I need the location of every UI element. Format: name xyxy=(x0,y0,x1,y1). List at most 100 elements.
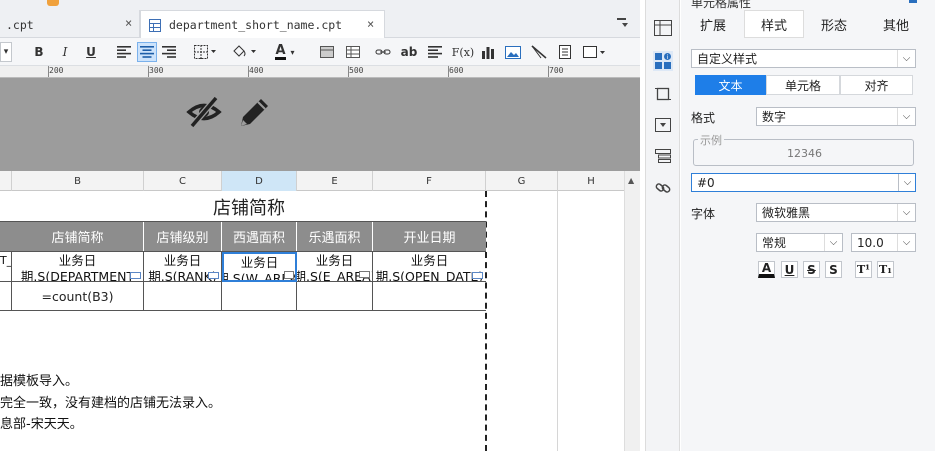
hyperlink-icon[interactable] xyxy=(653,178,673,198)
widget-settings-icon[interactable] xyxy=(653,115,673,135)
formula-button[interactable]: F(x) xyxy=(451,42,475,62)
align-center-icon[interactable] xyxy=(137,42,157,62)
image-icon[interactable] xyxy=(504,42,522,62)
tab-bar: .cpt × department_short_name.cpt × xyxy=(0,0,640,39)
strikethrough-button[interactable]: S xyxy=(803,261,820,278)
font-style-select[interactable]: 常规 ⌵ xyxy=(756,233,843,252)
tab-previous-file-label: .cpt xyxy=(6,17,34,32)
text-ab-button[interactable]: ab xyxy=(399,42,419,62)
expand-marker-icon xyxy=(284,271,294,279)
format-select[interactable]: 数字 ⌵ xyxy=(756,107,916,126)
superscript-button[interactable]: T¹ xyxy=(855,261,872,278)
data-cell-d4[interactable] xyxy=(222,282,297,311)
chart-icon[interactable] xyxy=(479,42,497,62)
document-icon[interactable] xyxy=(556,42,574,62)
expand-marker-icon xyxy=(130,272,141,279)
underline-button[interactable]: U xyxy=(781,261,798,278)
data-cell-f4[interactable] xyxy=(373,282,486,311)
column-header-f[interactable]: F xyxy=(373,171,486,191)
subtab-align[interactable]: 对齐 xyxy=(840,75,913,95)
slash-icon[interactable] xyxy=(530,42,548,62)
format-label: 格式 xyxy=(691,111,716,125)
style-type-select[interactable]: 自定义样式 ⌵ xyxy=(691,49,916,68)
chevron-down-icon: ⌵ xyxy=(824,234,842,251)
header-cell-open-date[interactable]: 开业日期 xyxy=(373,222,486,251)
frame-icon[interactable] xyxy=(653,84,673,104)
column-header-g[interactable]: G xyxy=(486,171,558,191)
tab-other[interactable]: 其他 xyxy=(866,10,926,38)
font-color-button[interactable]: A xyxy=(758,261,775,278)
align-left-icon[interactable] xyxy=(115,42,133,62)
condition-icon[interactable] xyxy=(653,146,673,166)
scroll-up-icon[interactable]: ▲ xyxy=(628,176,634,185)
data-cell-c4[interactable] xyxy=(144,282,222,311)
format-pattern-value: #0 xyxy=(697,175,715,190)
panel-pin-icon[interactable] xyxy=(909,0,917,3)
vertical-scrollbar[interactable]: ▲ xyxy=(624,171,640,451)
font-size-dropdown[interactable]: ▾ xyxy=(0,42,12,62)
close-icon[interactable]: × xyxy=(367,17,374,31)
note-line-1: 据模板导入。 xyxy=(0,374,79,389)
side-icon-strip: i xyxy=(645,0,680,451)
underline-button[interactable]: U xyxy=(82,42,100,62)
eye-slash-icon[interactable] xyxy=(186,95,222,129)
example-value: 12346 xyxy=(787,147,822,160)
data-cell-b3[interactable]: 业务日期.S(DEPARTMENT xyxy=(12,252,144,282)
link-icon[interactable] xyxy=(374,42,392,62)
subtab-text[interactable]: 文本 xyxy=(695,75,766,95)
chevron-down-icon: ⌵ xyxy=(897,108,915,125)
data-cell-a3[interactable]: T_ xyxy=(0,252,12,282)
fill-color-icon[interactable] xyxy=(230,42,260,62)
tab-form[interactable]: 形态 xyxy=(805,10,863,38)
cell-properties-panel: 单元格属性 扩展 样式 形态 其他 自定义样式 ⌵ 文本 单元格 对齐 格式 数… xyxy=(681,0,935,451)
font-name-value: 微软雅黑 xyxy=(762,206,811,220)
data-cell-f3[interactable]: 业务日期.S(OPEN_DATE) xyxy=(373,252,486,282)
header-cell-e-area[interactable]: 乐遇面积 xyxy=(297,222,373,251)
tab-expand[interactable]: 扩展 xyxy=(685,10,741,38)
merge-cells-icon[interactable] xyxy=(318,42,336,62)
ruler-label: 700 xyxy=(549,66,564,75)
shadow-button[interactable]: S xyxy=(825,261,842,278)
pencil-icon[interactable] xyxy=(238,95,272,129)
column-header-bar: B C D E F G H xyxy=(0,171,624,191)
subtab-cell[interactable]: 单元格 xyxy=(766,75,840,95)
data-cell-e4[interactable] xyxy=(297,282,373,311)
chevron-down-icon: ⌵ xyxy=(897,234,915,251)
align-right-icon[interactable] xyxy=(160,42,178,62)
data-cell-b4[interactable]: =count(B3) xyxy=(12,282,144,311)
example-box: 示例 12346 xyxy=(693,132,914,166)
ruler-label: 300 xyxy=(149,66,164,75)
tab-list-icon[interactable] xyxy=(616,16,630,30)
text-align-icon[interactable] xyxy=(426,42,444,62)
column-header-b[interactable]: B xyxy=(12,171,144,191)
format-pattern-input[interactable]: #0 ⌵ xyxy=(691,173,916,192)
column-header-h[interactable]: H xyxy=(558,171,624,191)
subscript-button[interactable]: T₁ xyxy=(877,261,894,278)
tab-previous-file[interactable]: .cpt × xyxy=(0,10,140,39)
header-cell-w-area[interactable]: 西遇面积 xyxy=(222,222,297,251)
report-header-area xyxy=(0,78,640,171)
column-header-a[interactable] xyxy=(0,171,12,191)
table-icon[interactable] xyxy=(344,42,362,62)
font-size-select[interactable]: 10.0 ⌵ xyxy=(851,233,916,252)
font-name-select[interactable]: 微软雅黑 ⌵ xyxy=(756,203,916,222)
tab-department-short-name[interactable]: department_short_name.cpt × xyxy=(140,10,385,39)
column-header-c[interactable]: C xyxy=(144,171,222,191)
cell-element-icon[interactable] xyxy=(653,18,673,38)
chevron-down-icon[interactable]: ⌵ xyxy=(898,174,916,191)
report-title-cell[interactable]: 店铺简称 xyxy=(12,192,486,221)
bold-button[interactable]: B xyxy=(30,42,48,62)
close-icon[interactable]: × xyxy=(125,16,132,30)
border-icon[interactable] xyxy=(192,42,220,62)
header-cell-rank[interactable]: 店铺级别 xyxy=(144,222,222,251)
column-header-e[interactable]: E xyxy=(297,171,373,191)
cell-attributes-icon[interactable]: i xyxy=(653,51,673,71)
column-header-d[interactable]: D xyxy=(222,171,297,191)
tab-style[interactable]: 样式 xyxy=(744,10,804,38)
italic-button[interactable]: I xyxy=(56,42,74,62)
widget-icon[interactable] xyxy=(582,42,610,62)
data-cell-a4[interactable] xyxy=(0,282,12,311)
header-cell-short-name[interactable]: 店铺简称 xyxy=(12,222,144,251)
font-color-icon[interactable]: A ▾ xyxy=(270,42,300,62)
expand-marker-icon xyxy=(208,272,219,279)
